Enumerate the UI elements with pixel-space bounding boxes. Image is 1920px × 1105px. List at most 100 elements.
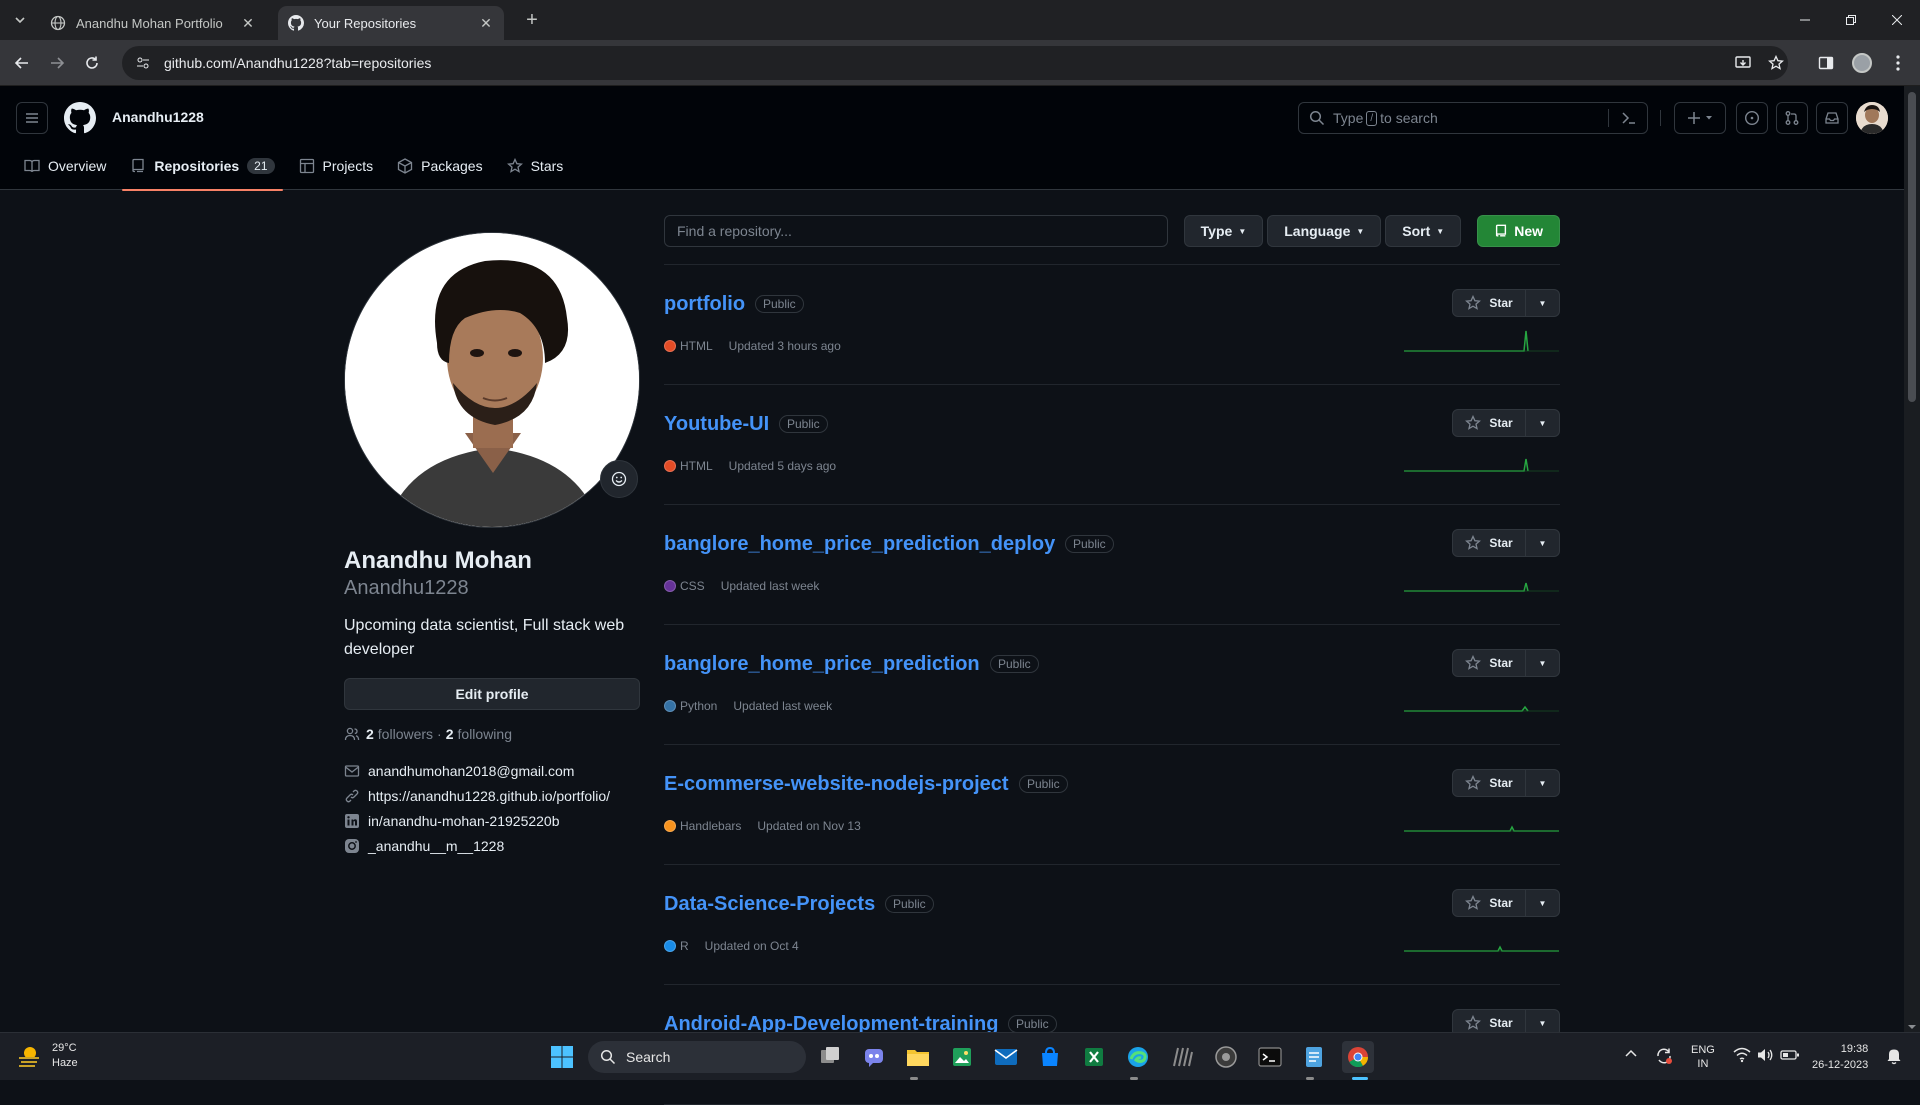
set-status-smiley-icon[interactable] xyxy=(600,460,638,498)
star-list-dropdown[interactable]: ▼ xyxy=(1526,889,1560,917)
repo-name-link[interactable]: E-commerse-website-nodejs-project xyxy=(664,773,1009,796)
profile-avatar-icon[interactable] xyxy=(1850,51,1874,75)
weather-widget[interactable]: 29°C Haze xyxy=(16,1041,78,1071)
star-list-dropdown[interactable]: ▼ xyxy=(1526,769,1560,797)
volume-icon[interactable] xyxy=(1756,1047,1774,1063)
kebab-menu-icon[interactable] xyxy=(1886,51,1910,75)
repo-updated: Updated 3 hours ago xyxy=(728,339,841,353)
url-bar[interactable]: github.com/Anandhu1228?tab=repositories xyxy=(122,46,1788,80)
repo-name-link[interactable]: Data-Science-Projects xyxy=(664,893,875,916)
wifi-icon[interactable] xyxy=(1733,1047,1751,1063)
website-link[interactable]: https://anandhu1228.github.io/portfolio/ xyxy=(344,783,640,808)
new-repository-button[interactable]: New xyxy=(1477,215,1560,247)
side-panel-icon[interactable] xyxy=(1814,51,1838,75)
edit-profile-button[interactable]: Edit profile xyxy=(344,678,640,710)
followers-label[interactable]: followers xyxy=(378,726,433,742)
following-label[interactable]: following xyxy=(458,726,512,742)
github-logo-icon[interactable] xyxy=(64,102,96,134)
tab-search-chevron-icon[interactable] xyxy=(8,8,32,32)
repo-name-link[interactable]: portfolio xyxy=(664,293,745,316)
bookmark-star-icon[interactable] xyxy=(1764,51,1788,75)
language-filter-button[interactable]: Language ▼ xyxy=(1267,215,1382,247)
show-hidden-icons-chevron-icon[interactable] xyxy=(1624,1047,1638,1061)
followers-count[interactable]: 2 xyxy=(366,726,374,742)
webcam-app-icon[interactable] xyxy=(1210,1041,1242,1073)
global-search-input[interactable]: Type / to search xyxy=(1298,102,1648,134)
tab-stars[interactable]: Stars xyxy=(499,142,572,190)
star-button[interactable]: Star xyxy=(1452,769,1526,797)
inbox-icon[interactable] xyxy=(1816,102,1848,134)
close-window-icon[interactable] xyxy=(1874,0,1920,40)
star-button-group: Star ▼ xyxy=(1452,529,1560,557)
back-arrow-icon[interactable] xyxy=(10,51,34,75)
star-list-dropdown[interactable]: ▼ xyxy=(1526,409,1560,437)
issues-icon[interactable] xyxy=(1736,102,1768,134)
terminal-icon[interactable] xyxy=(1254,1041,1286,1073)
sort-button[interactable]: Sort ▼ xyxy=(1385,215,1462,247)
app-striped-icon[interactable] xyxy=(1166,1041,1198,1073)
minimize-icon[interactable] xyxy=(1782,0,1828,40)
hamburger-menu-icon[interactable] xyxy=(16,102,48,134)
header-username[interactable]: Anandhu1228 xyxy=(112,109,204,125)
excel-icon[interactable] xyxy=(1078,1041,1110,1073)
close-icon[interactable]: ✕ xyxy=(478,15,494,31)
store-app-icon[interactable] xyxy=(1034,1041,1066,1073)
user-avatar[interactable] xyxy=(1856,102,1888,134)
restore-icon[interactable] xyxy=(1828,0,1874,40)
language-indicator[interactable]: ENG IN xyxy=(1691,1043,1715,1071)
tab-portfolio[interactable]: Anandhu Mohan Portfolio ✕ xyxy=(40,6,266,40)
star-button[interactable]: Star xyxy=(1452,889,1526,917)
email-link[interactable]: anandhumohan2018@gmail.com xyxy=(344,758,640,783)
repo-name-link[interactable]: banglore_home_price_prediction_deploy xyxy=(664,533,1055,556)
create-new-dropdown[interactable] xyxy=(1674,102,1726,134)
following-count[interactable]: 2 xyxy=(446,726,454,742)
scrollbar-thumb[interactable] xyxy=(1908,92,1916,402)
file-explorer-icon[interactable] xyxy=(902,1041,934,1073)
star-button[interactable]: Star xyxy=(1452,529,1526,557)
find-repository-input[interactable]: Find a repository... xyxy=(664,215,1168,247)
profile-avatar[interactable] xyxy=(344,232,640,528)
type-filter-button[interactable]: Type ▼ xyxy=(1183,215,1264,247)
taskbar-search[interactable]: Search xyxy=(588,1041,806,1073)
star-button[interactable]: Star xyxy=(1452,409,1526,437)
sync-icon[interactable] xyxy=(1655,1047,1673,1065)
install-app-icon[interactable] xyxy=(1731,51,1755,75)
repo-name-link[interactable]: Youtube-UI xyxy=(664,413,769,436)
command-palette-icon[interactable] xyxy=(1621,110,1637,126)
scroll-down-arrow-icon[interactable] xyxy=(1904,1022,1920,1032)
repo-name-link[interactable]: banglore_home_price_prediction xyxy=(664,653,980,676)
mail-app-icon[interactable] xyxy=(990,1041,1022,1073)
chrome-icon[interactable] xyxy=(1342,1041,1374,1073)
notepad-icon[interactable] xyxy=(1298,1041,1330,1073)
instagram-link[interactable]: _anandhu__m__1228 xyxy=(344,833,640,858)
pull-requests-icon[interactable] xyxy=(1776,102,1808,134)
tab-packages[interactable]: Packages xyxy=(389,142,490,190)
notification-bell-icon[interactable] xyxy=(1886,1047,1902,1065)
star-button[interactable]: Star xyxy=(1452,649,1526,677)
linkedin-link[interactable]: in/anandhu-mohan-21925220b xyxy=(344,808,640,833)
site-info-icon[interactable] xyxy=(136,56,150,70)
task-view-icon[interactable] xyxy=(814,1041,846,1073)
sort-label: Sort xyxy=(1402,223,1431,239)
tab-overview[interactable]: Overview xyxy=(16,142,114,190)
star-list-dropdown[interactable]: ▼ xyxy=(1526,529,1560,557)
teams-chat-icon[interactable] xyxy=(858,1041,890,1073)
edge-browser-icon[interactable] xyxy=(1122,1041,1154,1073)
star-button[interactable]: Star xyxy=(1452,289,1526,317)
tab-repositories[interactable]: Your Repositories ✕ xyxy=(278,6,504,40)
star-list-dropdown[interactable]: ▼ xyxy=(1526,289,1560,317)
close-icon[interactable]: ✕ xyxy=(240,15,256,31)
caret-down-icon: ▼ xyxy=(1538,778,1547,788)
photos-app-icon[interactable] xyxy=(946,1041,978,1073)
new-tab-plus-icon[interactable]: + xyxy=(520,8,544,32)
page-scrollbar[interactable] xyxy=(1904,86,1920,1032)
tab-projects[interactable]: Projects xyxy=(291,142,382,190)
system-clock[interactable]: 19:38 26-12-2023 xyxy=(1812,1041,1868,1073)
battery-icon[interactable] xyxy=(1780,1047,1800,1063)
forward-arrow-icon[interactable] xyxy=(45,51,69,75)
reload-icon[interactable] xyxy=(80,51,104,75)
windows-start-icon[interactable] xyxy=(546,1041,578,1073)
repo-meta: Python Updated last week xyxy=(664,699,832,713)
star-list-dropdown[interactable]: ▼ xyxy=(1526,649,1560,677)
tab-repositories[interactable]: Repositories 21 xyxy=(122,142,283,191)
